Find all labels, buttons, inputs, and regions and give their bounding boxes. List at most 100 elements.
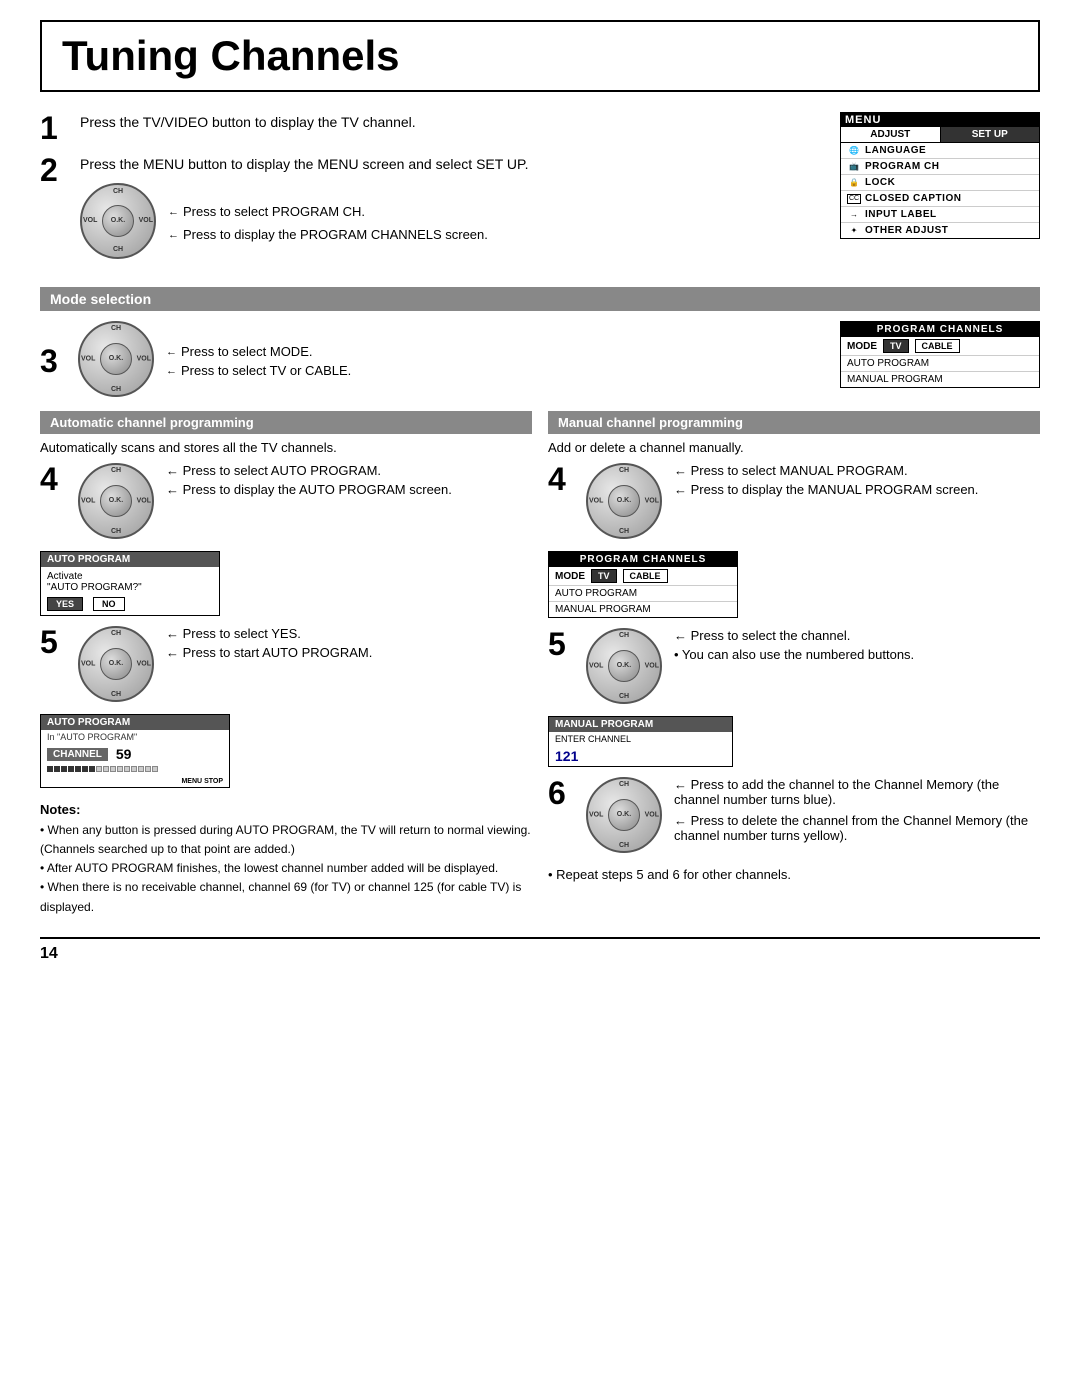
dial3-vol-left: VOL [81,356,95,363]
menu-item-input-label[interactable]: → INPUT LABEL [841,207,1039,223]
dot-8 [96,766,102,772]
auto-prog-buttons: YES NO [47,597,213,611]
step-4m-num: 4 [548,463,578,495]
auto-prog-title-1: AUTO PROGRAM [41,552,219,567]
dial4m-vl: VOL [589,498,603,505]
dot-10 [110,766,116,772]
note-1: • When any button is pressed during AUTO… [40,821,532,859]
step-4m-dial: CH O.K. VOL VOL CH [586,463,666,543]
menu-box: MENU ADJUST SET UP 🌐 LANGUAGE 📺 PROGRAM … [840,112,1040,239]
step-6-manual-row: 6 CH O.K. VOL VOL CH ← Press to add the … [548,777,1040,857]
mode-selection-heading: Mode selection [50,291,151,307]
step-3-area: 3 CH O.K. VOL VOL CH ← Press to select M… [40,321,1040,401]
prog-ch-auto-row[interactable]: AUTO PROGRAM [841,356,1039,372]
auto-prog-question-text: "AUTO PROGRAM?" [47,582,142,593]
dot-5 [75,766,81,772]
step-5m-num: 5 [548,628,578,660]
step-4a-text-1: Press to select AUTO PROGRAM. [183,463,381,478]
menu-item-language[interactable]: 🌐 LANGUAGE [841,143,1039,159]
step-6m-ann2: ← Press to delete the channel from the C… [674,813,1040,843]
dial5a-vl: VOL [81,661,95,668]
dial4a-vr: VOL [137,498,151,505]
step-6m-text-1: Press to add the channel to the Channel … [674,777,999,807]
step-4m-ann1: ← Press to select MANUAL PROGRAM. [674,463,1040,478]
dial5m-ch: CH [619,632,629,639]
manual-prog-enter: ENTER CHANNEL [549,732,732,746]
dot-7 [89,766,95,772]
prog-ch-cable-btn[interactable]: CABLE [915,339,960,353]
menu-tab-adjust[interactable]: ADJUST [841,127,941,142]
no-button[interactable]: NO [93,597,125,611]
program-ch-icon: 📺 [847,162,861,172]
step-5a-num: 5 [40,626,70,658]
step-3-annotations: ← Press to select MODE. ← Press to selec… [166,344,820,378]
menu-item-input-label-label: INPUT LABEL [865,209,937,220]
arrow4a1: ← [166,463,183,478]
step-6m-num: 6 [548,777,578,809]
arrow4a2: ← [166,482,183,497]
manual-cable-btn[interactable]: CABLE [623,569,668,583]
page-number: 14 [40,937,1040,963]
manual-section: Manual channel programming Add or delete… [548,411,1040,917]
arrow3-1: ← [166,346,177,358]
menu-tabs: ADJUST SET UP [841,127,1039,143]
dial3-ch-top: CH [111,325,121,332]
dial5m-vl: VOL [589,663,603,670]
stop-label[interactable]: STOP [204,778,223,785]
auto-prog-body-1: Activate "AUTO PROGRAM?" YES NO [41,567,219,615]
step-2-number: 2 [40,154,70,186]
dial3-ok: O.K. [109,355,123,363]
menu-item-lock[interactable]: 🔒 LOCK [841,175,1039,191]
dot-12 [124,766,130,772]
dial3-ch-bottom: CH [111,386,121,393]
manual-auto-prog-row[interactable]: AUTO PROGRAM [549,586,737,602]
auto-section-header: Automatic channel programming [40,411,532,434]
prog-ch-tv-btn[interactable]: TV [883,339,909,353]
other-adjust-icon: ✦ [847,226,861,236]
menu-item-cc-label: CLOSED CAPTION [865,193,961,204]
prog-ch-manual-row[interactable]: MANUAL PROGRAM [841,372,1039,387]
menu-item-closed-caption[interactable]: CC CLOSED CAPTION [841,191,1039,207]
note-2: • After AUTO PROGRAM finishes, the lowes… [40,859,532,878]
progress-dots [41,766,229,776]
step-5a-ann1: ← Press to select YES. [166,626,532,641]
menu-item-other-adjust[interactable]: ✦ OTHER ADJUST [841,223,1039,238]
step-3-ann-text-2: Press to select TV or CABLE. [181,363,351,378]
step-2-ann-text-2: Press to display the PROGRAM CHANNELS sc… [183,225,488,245]
step-2-content: Press the MENU button to display the MEN… [80,154,820,267]
auto-prog-run-sub: In "AUTO PROGRAM" [41,730,229,744]
manual-tv-btn[interactable]: TV [591,569,617,583]
step-4m-annotations: ← Press to select MANUAL PROGRAM. ← Pres… [674,463,1040,497]
step-2-dial-area: CH O.K. VOL VOL CH ← Press to select [80,183,820,263]
menu-tab-setup[interactable]: SET UP [941,127,1040,142]
stop-row: MENU STOP [41,776,229,787]
step-4m-ann2: ← Press to display the MANUAL PROGRAM sc… [674,482,1040,497]
menu-item-program-ch[interactable]: 📺 PROGRAM CH [841,159,1039,175]
auto-prog-activate: Activate "AUTO PROGRAM?" [47,571,213,593]
step-5a-text-2: Press to start AUTO PROGRAM. [183,645,373,660]
manual-manual-prog-row[interactable]: MANUAL PROGRAM [549,602,737,617]
dial6m-ch: CH [619,781,629,788]
page-title-box: Tuning Channels [40,20,1040,92]
dial5a-ch: CH [111,630,121,637]
dial5a-cb: CH [111,691,121,698]
dot-6 [82,766,88,772]
menu-item-language-label: LANGUAGE [865,145,926,156]
step-6m-dial: CH O.K. VOL VOL CH [586,777,666,857]
dot-2 [54,766,60,772]
auto-section-sub: Automatically scans and stores all the T… [40,440,532,455]
dial-ok-label: O.K. [111,217,125,225]
notes-section: Notes: • When any button is pressed duri… [40,800,532,917]
step-5a-dial: CH O.K. VOL VOL CH [78,626,158,706]
step-4a-ann1: ← Press to select AUTO PROGRAM. [166,463,532,478]
step-2-ann-text-1: Press to select PROGRAM CH. [183,202,365,222]
prog-ch-mode-label: MODE [847,341,877,352]
step-4m-text-2: Press to display the MANUAL PROGRAM scre… [691,482,979,497]
dial6m-cb: CH [619,842,629,849]
step-5a-annotations: ← Press to select YES. ← Press to start … [166,626,532,660]
yes-button[interactable]: YES [47,597,83,611]
prog-ch-auto-label: AUTO PROGRAM [847,358,929,369]
prog-ch-manual-label: MANUAL PROGRAM [847,374,943,385]
arrow-icon-2: ← [168,227,179,244]
steps-1-2-area: 1 Press the TV/VIDEO button to display t… [40,112,1040,277]
